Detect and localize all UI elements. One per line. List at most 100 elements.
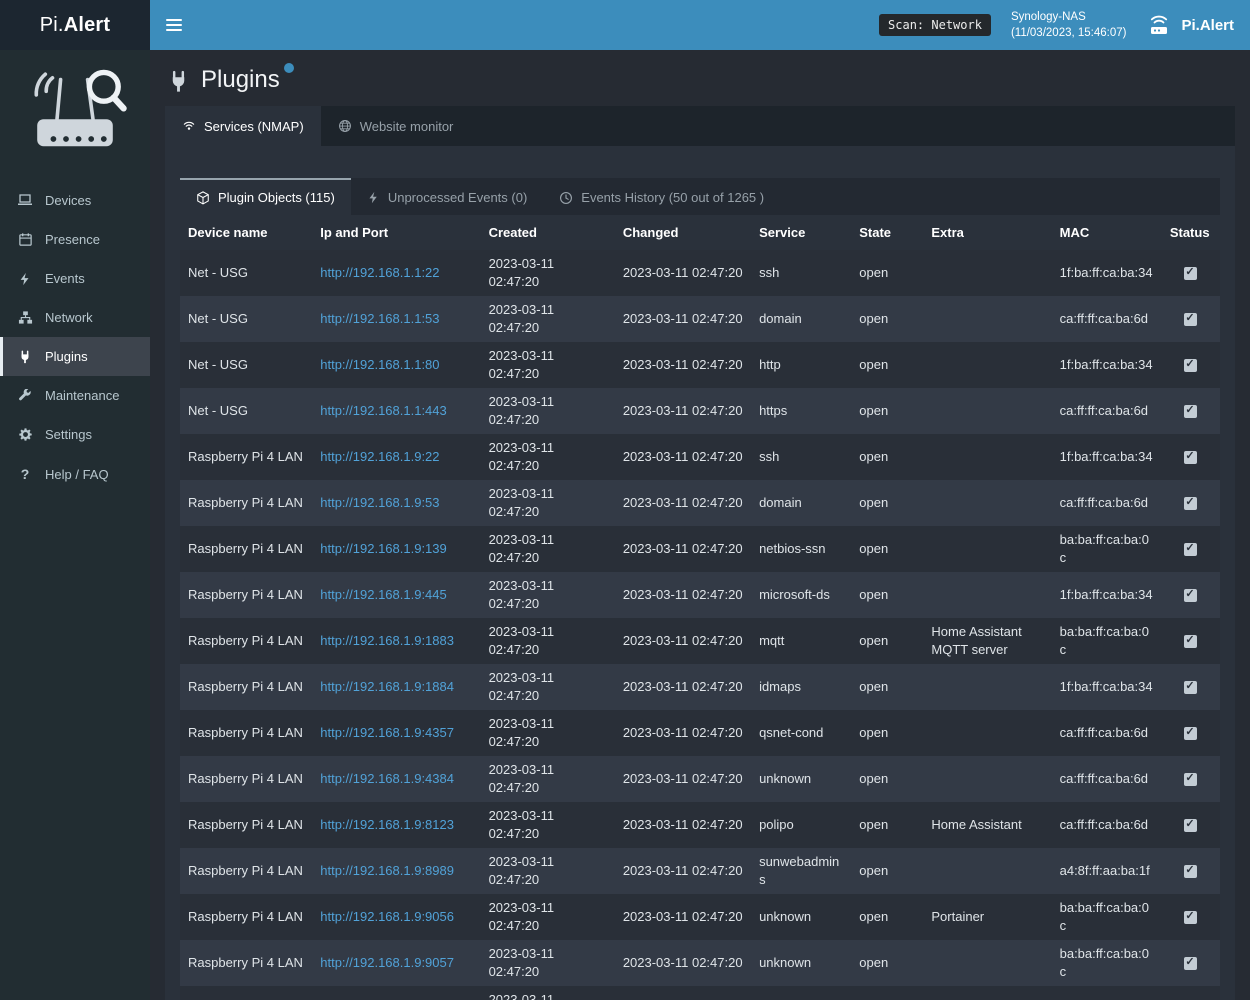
status-checkbox[interactable]: ✓ [1184, 911, 1197, 924]
sidebar-item-label: Plugins [45, 349, 88, 364]
ip-port-link[interactable]: http://192.168.1.9:9057 [320, 955, 454, 970]
cell-status: ✓ [1162, 848, 1220, 894]
sidebar: Devices Presence Events Network Plugins [0, 50, 150, 1000]
ip-port-link[interactable]: http://192.168.1.9:9056 [320, 909, 454, 924]
status-checkbox[interactable]: ✓ [1184, 359, 1197, 372]
ip-port-link[interactable]: http://192.168.1.9:1884 [320, 679, 454, 694]
cell-status: ✓ [1162, 342, 1220, 388]
gear-icon [16, 427, 34, 442]
sidebar-item-presence[interactable]: Presence [0, 220, 150, 259]
cell-extra [923, 940, 1051, 986]
status-checkbox[interactable]: ✓ [1184, 543, 1197, 556]
col-extra[interactable]: Extra [923, 215, 1051, 250]
col-service[interactable]: Service [751, 215, 851, 250]
sidebar-item-network[interactable]: Network [0, 298, 150, 337]
page-title: Plugins [201, 66, 280, 94]
tab-website-monitor[interactable]: Website monitor [321, 106, 471, 146]
ip-port-link[interactable]: http://192.168.1.9:1883 [320, 633, 454, 648]
cell-created: 2023-03-11 02:47:20 [481, 250, 615, 296]
status-checkbox[interactable]: ✓ [1184, 589, 1197, 602]
cell-created: 2023-03-11 02:47:20 [481, 710, 615, 756]
sidebar-item-plugins[interactable]: Plugins [0, 337, 150, 376]
sidebar-item-help[interactable]: ? Help / FAQ [0, 454, 150, 494]
status-checkbox[interactable]: ✓ [1184, 865, 1197, 878]
cell-extra [923, 434, 1051, 480]
cell-ip-port: http://192.168.1.9:4384 [312, 756, 480, 802]
ip-port-link[interactable]: http://192.168.1.9:22 [320, 449, 439, 464]
tab-unprocessed-events[interactable]: Unprocessed Events (0) [351, 178, 543, 215]
col-device-name[interactable]: Device name [180, 215, 312, 250]
col-ip-port[interactable]: Ip and Port [312, 215, 480, 250]
sidebar-item-devices[interactable]: Devices [0, 180, 150, 220]
cell-mac: 1f:ba:ff:ca:ba:34 [1052, 572, 1162, 618]
app-logo[interactable]: Pi.Alert [0, 0, 150, 50]
menu-toggle-icon[interactable] [164, 12, 184, 38]
sidebar-item-events[interactable]: Events [0, 259, 150, 298]
tab-events-history[interactable]: Events History (50 out of 1265 ) [543, 178, 780, 215]
cell-service: unknown [751, 986, 851, 1000]
col-status[interactable]: Status [1162, 215, 1220, 250]
ip-port-link[interactable]: http://192.168.1.9:139 [320, 541, 447, 556]
cell-status: ✓ [1162, 296, 1220, 342]
ip-port-link[interactable]: http://192.168.1.9:8989 [320, 863, 454, 878]
sidebar-item-maintenance[interactable]: Maintenance [0, 376, 150, 415]
cell-extra [923, 986, 1051, 1000]
status-checkbox[interactable]: ✓ [1184, 819, 1197, 832]
status-checkbox[interactable]: ✓ [1184, 267, 1197, 280]
sidebar-item-label: Maintenance [45, 388, 119, 403]
cell-extra: Home Assistant [923, 802, 1051, 848]
tab-plugin-objects[interactable]: Plugin Objects (115) [180, 178, 351, 215]
plugin-objects-table: Device name Ip and Port Created Changed … [180, 215, 1220, 1000]
cell-service: unknown [751, 756, 851, 802]
cell-ip-port: http://192.168.1.1:443 [312, 388, 480, 434]
cell-mac: ba:ba:ff:ca:ba:0c [1052, 894, 1162, 940]
cell-service: domain [751, 296, 851, 342]
tab-services-nmap[interactable]: Services (NMAP) [165, 106, 321, 146]
status-checkbox[interactable]: ✓ [1184, 727, 1197, 740]
col-state[interactable]: State [851, 215, 923, 250]
cell-changed: 2023-03-11 02:47:20 [615, 986, 751, 1000]
cell-extra [923, 388, 1051, 434]
cell-status: ✓ [1162, 480, 1220, 526]
question-icon: ? [16, 466, 34, 482]
ip-port-link[interactable]: http://192.168.1.1:80 [320, 357, 439, 372]
cell-ip-port: http://192.168.1.9:445 [312, 572, 480, 618]
services-panel: Plugin Objects (115) Unprocessed Events … [165, 146, 1235, 1000]
status-checkbox[interactable]: ✓ [1184, 681, 1197, 694]
status-checkbox[interactable]: ✓ [1184, 405, 1197, 418]
status-checkbox[interactable]: ✓ [1184, 635, 1197, 648]
col-created[interactable]: Created [481, 215, 615, 250]
cell-mac: ba:ba:ff:ca:ba:0c [1052, 526, 1162, 572]
ip-port-link[interactable]: http://192.168.1.9:445 [320, 587, 447, 602]
ip-port-link[interactable]: http://192.168.1.9:8123 [320, 817, 454, 832]
status-checkbox[interactable]: ✓ [1184, 957, 1197, 970]
cell-device-name: Raspberry Pi 4 LAN [180, 480, 312, 526]
ip-port-link[interactable]: http://192.168.1.9:4384 [320, 771, 454, 786]
ip-port-link[interactable]: http://192.168.1.9:4357 [320, 725, 454, 740]
sidebar-item-settings[interactable]: Settings [0, 415, 150, 454]
table-body: Net - USG http://192.168.1.1:22 2023-03-… [180, 250, 1220, 1000]
cell-state: open [851, 388, 923, 434]
cell-state: open [851, 250, 923, 296]
cell-status: ✓ [1162, 618, 1220, 664]
cell-mac: a4:8f:ff:aa:ba:1f [1052, 848, 1162, 894]
cell-created: 2023-03-11 02:47:20 [481, 986, 615, 1000]
cell-created: 2023-03-11 02:47:20 [481, 848, 615, 894]
navbar-brand[interactable]: Pi.Alert [1146, 14, 1238, 36]
status-checkbox[interactable]: ✓ [1184, 497, 1197, 510]
plug-title-icon [167, 70, 190, 93]
help-badge[interactable] [284, 63, 294, 73]
ip-port-link[interactable]: http://192.168.1.1:53 [320, 311, 439, 326]
status-checkbox[interactable]: ✓ [1184, 451, 1197, 464]
status-checkbox[interactable]: ✓ [1184, 773, 1197, 786]
tab-label: Services (NMAP) [204, 119, 304, 134]
ip-port-link[interactable]: http://192.168.1.1:22 [320, 265, 439, 280]
ip-port-link[interactable]: http://192.168.1.9:53 [320, 495, 439, 510]
cell-created: 2023-03-11 02:47:20 [481, 572, 615, 618]
col-changed[interactable]: Changed [615, 215, 751, 250]
ip-port-link[interactable]: http://192.168.1.1:443 [320, 403, 447, 418]
col-mac[interactable]: MAC [1052, 215, 1162, 250]
brand-suffix: Alert [64, 14, 111, 37]
laptop-icon [16, 192, 34, 208]
status-checkbox[interactable]: ✓ [1184, 313, 1197, 326]
